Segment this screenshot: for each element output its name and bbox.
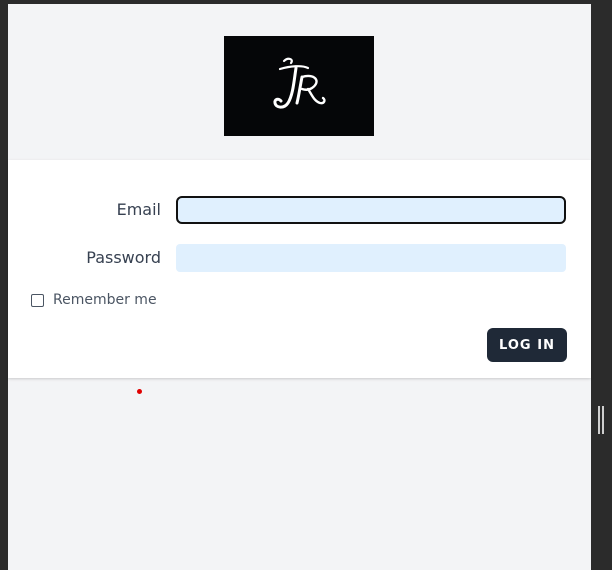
log-in-button[interactable]: LOG IN	[487, 328, 567, 362]
resize-handle-bar	[598, 406, 600, 434]
remember-me-label[interactable]: Remember me	[53, 292, 157, 308]
email-field[interactable]	[176, 196, 566, 224]
password-label: Password	[86, 248, 161, 267]
resize-handle-bar	[602, 406, 604, 434]
window-frame-left	[0, 0, 8, 570]
logo-text: JR	[264, 51, 266, 52]
remember-me-checkbox[interactable]	[31, 293, 44, 307]
login-card: Email Password Remember me LOG IN	[8, 160, 591, 378]
logo[interactable]: JR	[224, 36, 374, 136]
window-frame-right	[591, 0, 612, 570]
page-viewport: JR Email Password Remember me LOG IN	[8, 4, 591, 570]
jr-monogram-logo-icon: JR	[264, 51, 326, 109]
password-field[interactable]	[176, 244, 566, 272]
resize-handle[interactable]	[598, 406, 604, 434]
cursor-dot	[137, 389, 142, 394]
remember-me-row[interactable]: Remember me	[31, 292, 157, 308]
email-label: Email	[116, 200, 161, 219]
